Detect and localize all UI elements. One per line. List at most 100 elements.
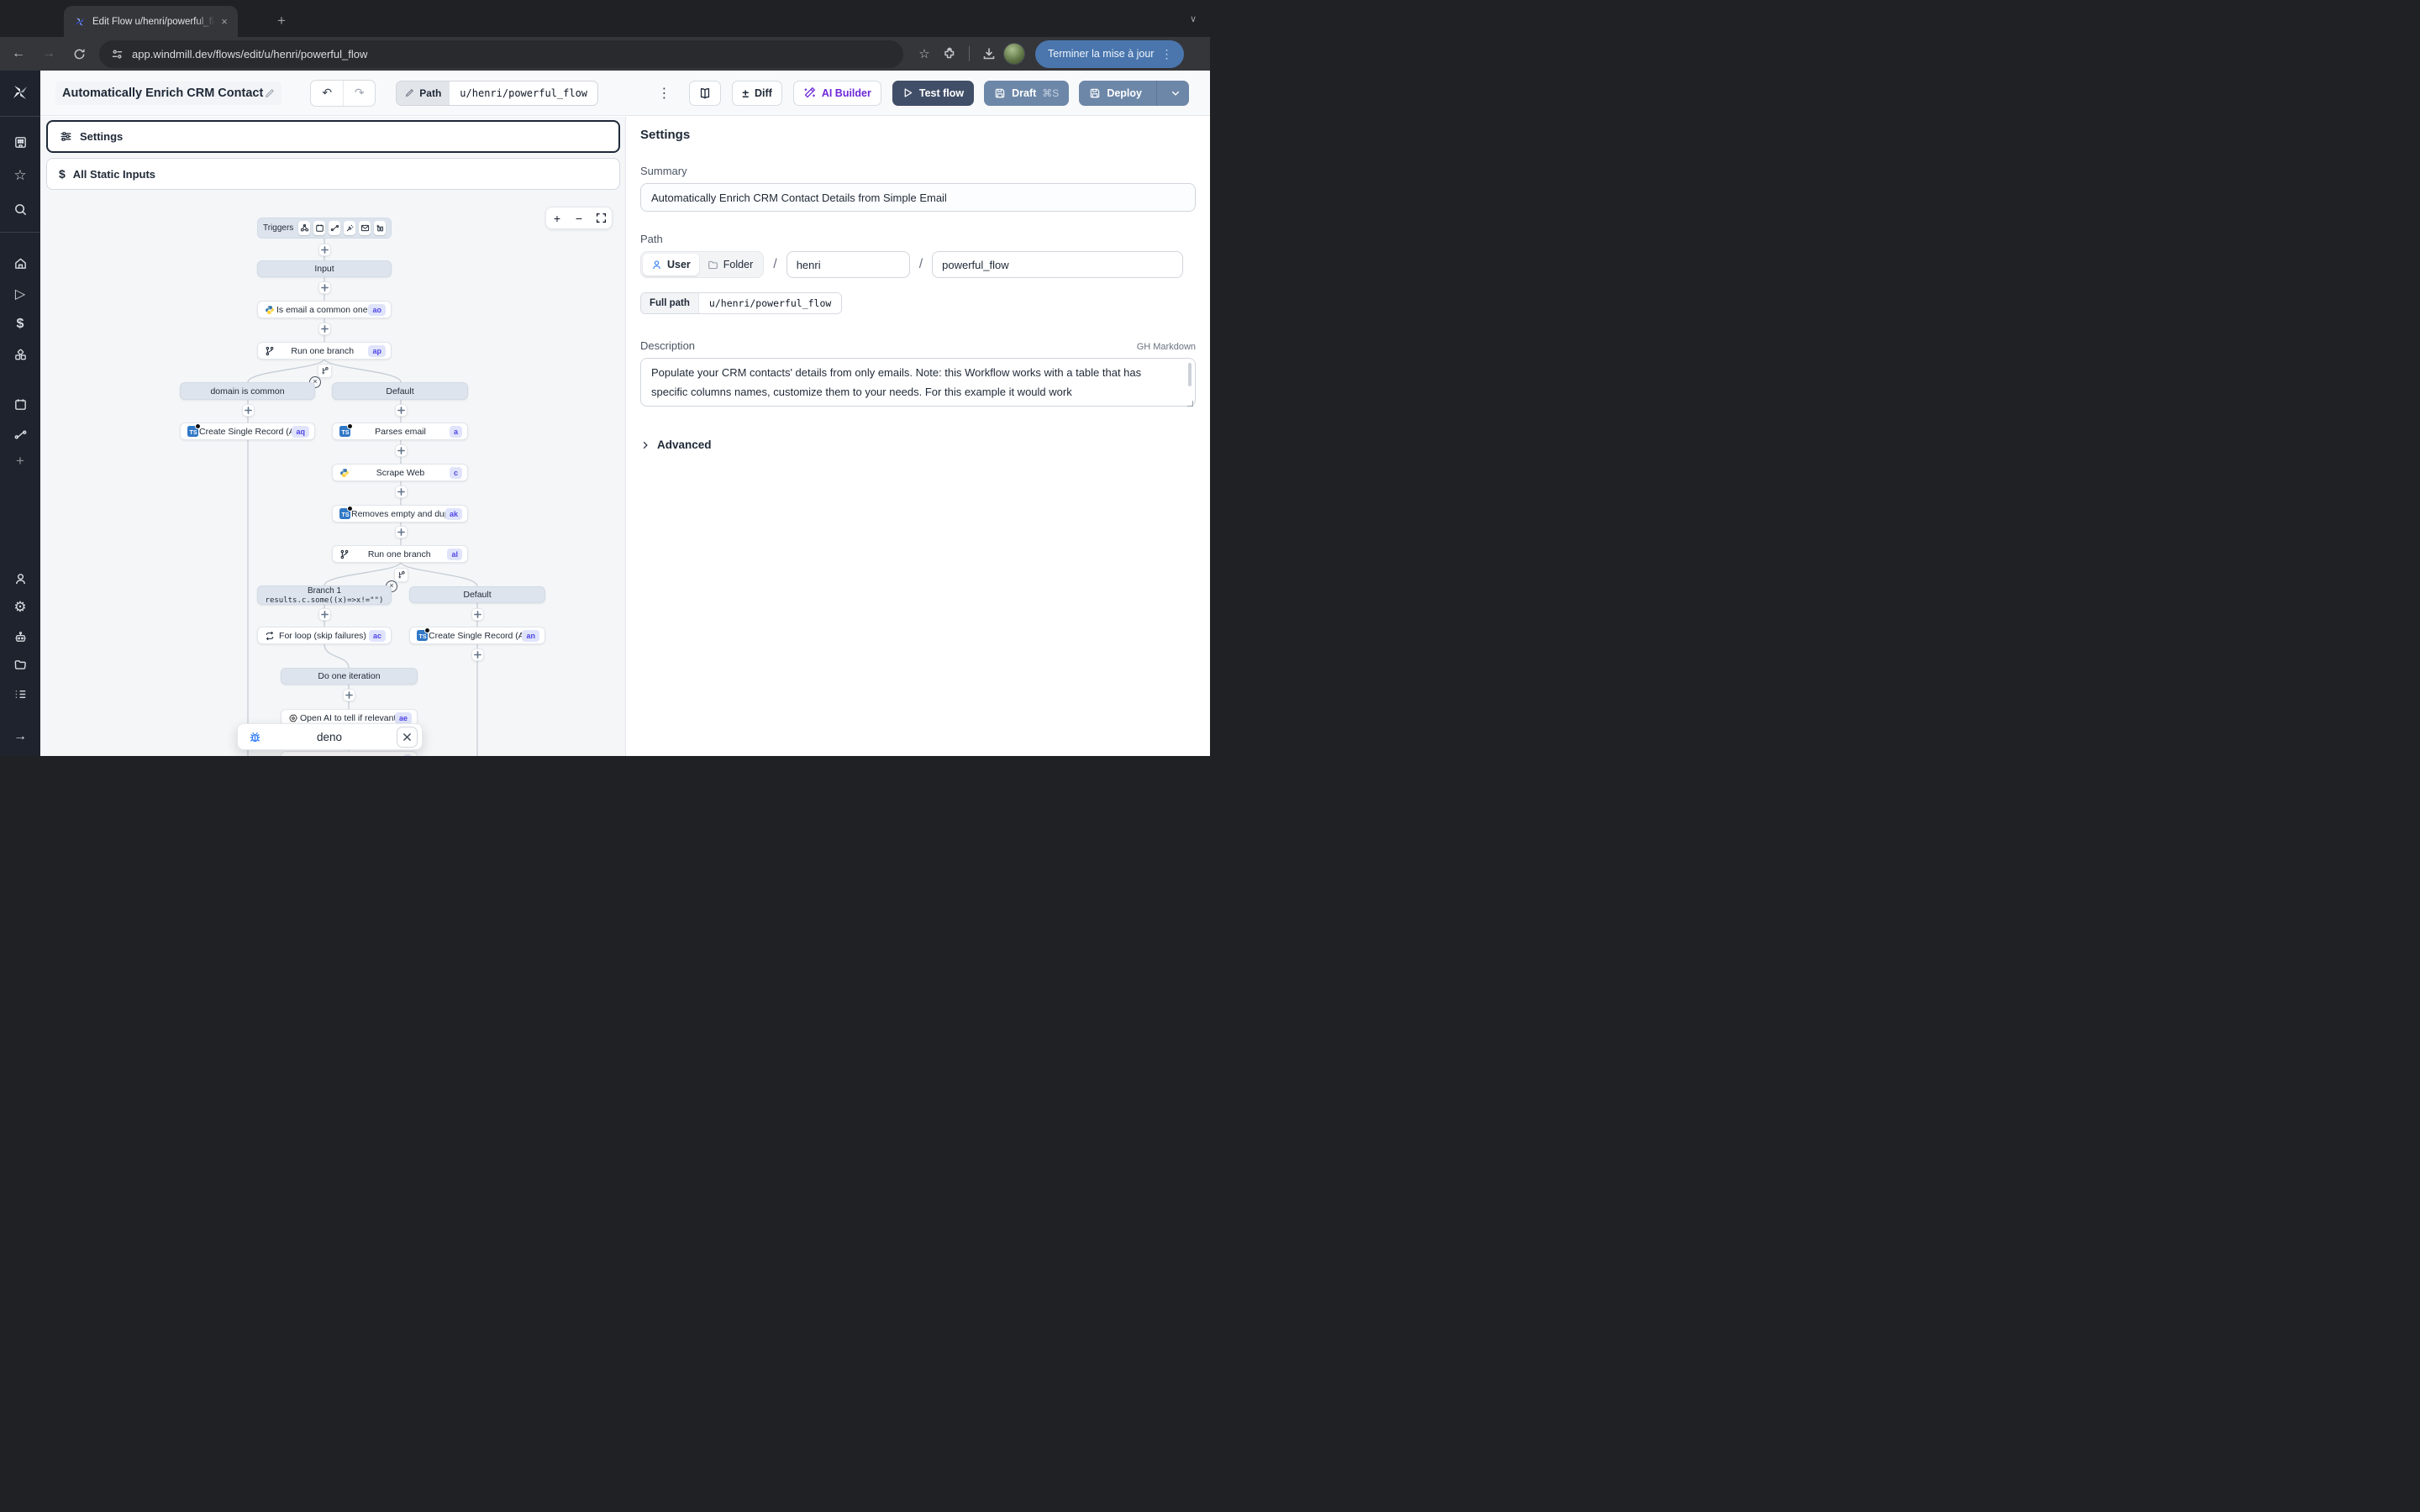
add-step-plus-icon[interactable] xyxy=(343,689,355,701)
sidebar-item-search[interactable] xyxy=(10,199,30,219)
scrollbar[interactable] xyxy=(1188,363,1192,386)
language-tooltip[interactable]: deno xyxy=(237,723,423,750)
add-step-plus-icon[interactable] xyxy=(395,526,408,538)
sidebar-expand-arrow-icon[interactable]: → xyxy=(10,727,30,747)
sidebar-item-schedules[interactable] xyxy=(10,394,30,414)
tab-close-icon[interactable]: × xyxy=(218,15,231,29)
zoom-in-button[interactable]: + xyxy=(548,209,566,228)
sidebar-item-favorites[interactable]: ☆ xyxy=(10,165,30,186)
flow-title[interactable]: Automatically Enrich CRM Contact xyxy=(55,81,281,105)
url-bar[interactable]: app.windmill.dev/flows/edit/u/henri/powe… xyxy=(99,40,903,68)
fit-view-button[interactable] xyxy=(592,209,610,228)
main-area: Automatically Enrich CRM Contact ↶ ↷ Pat… xyxy=(40,71,1210,756)
resize-handle[interactable] xyxy=(1187,401,1193,407)
browser-tab[interactable]: Edit Flow u/henri/powerful_flo × xyxy=(64,6,238,37)
sidebar-item-runs[interactable]: ▷ xyxy=(10,284,30,304)
add-step-plus-icon[interactable] xyxy=(318,244,331,256)
extensions-puzzle-icon[interactable] xyxy=(939,43,960,65)
status-dot xyxy=(195,423,201,429)
poll-icon[interactable] xyxy=(374,221,386,235)
download-icon[interactable] xyxy=(978,43,1000,65)
add-step-plus-icon[interactable] xyxy=(395,404,408,417)
sidebar-item-workers-robot-icon[interactable] xyxy=(10,627,30,647)
add-branch-icon[interactable] xyxy=(394,568,408,582)
summary-input[interactable] xyxy=(640,183,1196,212)
browser-menu-kebab-icon[interactable]: ⋮ xyxy=(1154,47,1179,61)
flow-node[interactable]: TS Create Single Record (Airtable) an xyxy=(409,627,545,644)
advanced-toggle[interactable]: Advanced xyxy=(640,438,1194,451)
flow-node[interactable]: Do one iteration xyxy=(281,668,418,685)
description-label: Description xyxy=(640,339,695,352)
sidebar-item-folders[interactable] xyxy=(10,654,30,675)
ai-builder-button[interactable]: AI Builder xyxy=(793,81,881,106)
add-step-plus-icon[interactable] xyxy=(242,404,255,417)
branch-header-node[interactable]: Branch 1 results.c.some((x)=>x!="") xyxy=(257,585,392,605)
add-step-plus-icon[interactable] xyxy=(471,648,484,661)
add-step-plus-icon[interactable] xyxy=(318,323,331,335)
sidebar-item-settings-gear-icon[interactable]: ⚙ xyxy=(10,597,30,617)
flow-node-input[interactable]: Input xyxy=(257,260,392,277)
profile-avatar[interactable] xyxy=(1003,43,1025,65)
draft-button[interactable]: Draft ⌘S xyxy=(984,81,1069,106)
sidebar-item-workspace[interactable] xyxy=(10,132,30,152)
diff-button[interactable]: ± Diff xyxy=(732,81,782,106)
triggers-node[interactable]: Triggers xyxy=(257,218,392,239)
sidebar-item-routes[interactable] xyxy=(10,424,30,444)
add-step-plus-icon[interactable] xyxy=(318,608,331,621)
add-step-plus-icon[interactable] xyxy=(318,281,331,294)
test-flow-button[interactable]: Test flow xyxy=(892,81,974,106)
http-route-icon[interactable] xyxy=(329,221,340,235)
websocket-plug-icon[interactable] xyxy=(344,221,355,235)
add-branch-icon[interactable] xyxy=(318,364,332,378)
branch-icon xyxy=(263,346,276,356)
reload-button[interactable] xyxy=(67,42,91,66)
back-button[interactable]: ← xyxy=(7,42,30,66)
owner-kind-user[interactable]: User xyxy=(643,254,699,276)
email-icon[interactable] xyxy=(359,221,371,235)
toolbar-path-chip[interactable]: Path u/henri/powerful_flow xyxy=(396,81,598,106)
deploy-chevron-down-icon[interactable] xyxy=(1163,88,1188,98)
zoom-out-button[interactable]: − xyxy=(570,209,588,228)
redo-button[interactable]: ↷ xyxy=(343,81,375,106)
branch-header-node[interactable]: Default xyxy=(332,382,468,400)
path-name-input[interactable] xyxy=(932,251,1183,278)
forward-button[interactable]: → xyxy=(37,42,60,66)
branch-header-node[interactable]: domain is common xyxy=(180,382,315,400)
sidebar-item-add[interactable]: + xyxy=(10,451,30,471)
bookmark-star-icon[interactable]: ☆ xyxy=(913,43,935,65)
flow-node[interactable]: Run one branch al xyxy=(332,545,468,563)
path-owner-input[interactable] xyxy=(786,251,910,278)
sidebar-item-user[interactable] xyxy=(10,569,30,589)
windmill-logo[interactable] xyxy=(10,82,30,102)
browser-update-button[interactable]: Terminer la mise à jour ⋮ xyxy=(1035,40,1184,68)
docs-book-button[interactable] xyxy=(689,81,721,106)
description-textarea[interactable]: Populate your CRM contacts' details from… xyxy=(640,358,1196,407)
flow-node[interactable]: Scrape Web c xyxy=(332,464,468,481)
add-step-plus-icon[interactable] xyxy=(471,608,484,621)
undo-button[interactable]: ↶ xyxy=(311,81,343,106)
sidebar-item-variables[interactable]: $ xyxy=(10,314,30,334)
sidebar-item-home[interactable] xyxy=(10,253,30,273)
site-settings-icon[interactable] xyxy=(111,48,124,60)
new-tab-button[interactable]: + xyxy=(271,10,292,32)
add-step-plus-icon[interactable] xyxy=(395,444,408,457)
sidebar-item-resources[interactable] xyxy=(10,344,30,365)
flow-node[interactable]: For loop (skip failures) ac xyxy=(257,627,392,644)
tooltip-close-button[interactable] xyxy=(397,727,418,748)
flow-node[interactable]: Is email a common one? ao xyxy=(257,301,392,318)
branch-header-node[interactable]: Default xyxy=(409,586,545,603)
webhook-icon[interactable] xyxy=(298,221,310,235)
flow-node-partial[interactable] xyxy=(281,751,418,756)
owner-kind-folder[interactable]: Folder xyxy=(699,254,761,276)
flow-node[interactable]: TS Parses email a xyxy=(332,423,468,440)
flow-node[interactable]: TS Removes empty and duplicates ak xyxy=(332,505,468,522)
add-step-plus-icon[interactable] xyxy=(395,486,408,498)
schedule-icon[interactable] xyxy=(313,221,325,235)
sidebar-item-logs-list-icon[interactable] xyxy=(10,684,30,704)
deploy-button[interactable]: Deploy xyxy=(1079,81,1189,106)
flow-node[interactable]: Run one branch ap xyxy=(257,342,392,360)
edit-pencil-icon[interactable] xyxy=(265,88,275,98)
tab-search-chevron-icon[interactable]: ∨ xyxy=(1183,10,1203,30)
more-options-kebab-icon[interactable]: ⋮ xyxy=(650,85,677,102)
flow-node[interactable]: TS Create Single Record (Airtable) aq xyxy=(180,423,315,440)
